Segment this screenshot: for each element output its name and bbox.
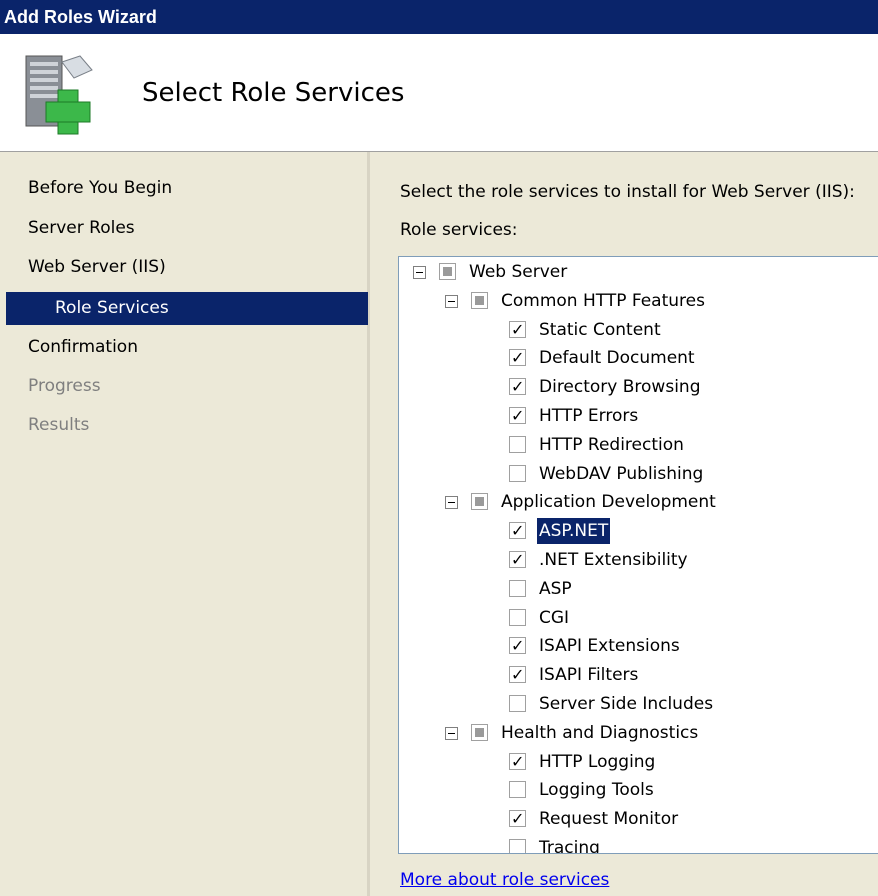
role-services-tree[interactable]: Web Server Common HTTP Features Static Con… [398,256,878,854]
tree-node-label: ASP [539,578,572,599]
tree-node-label: Static Content [539,319,661,340]
checkbox[interactable] [509,806,526,832]
tree-node-label: Directory Browsing [539,377,701,398]
tree-node[interactable]: Common HTTP Features [399,288,878,314]
tree-node-label: Logging Tools [539,780,654,801]
server-add-icon [25,55,93,135]
checkbox[interactable] [439,263,456,280]
collapse-icon[interactable] [445,294,458,308]
tree-node[interactable]: HTTP Redirection [399,432,878,458]
instruction-text: Select the role services to install for … [400,182,855,202]
tree-node-label: Server Side Includes [539,694,714,714]
tree-node-label: Default Document [539,348,695,369]
tree-node[interactable]: Web Server [399,259,878,285]
tree-node-label: ISAPI Filters [539,665,639,686]
nav-item-progress: Progress [28,376,101,396]
tree-node-label: CGI [539,607,570,628]
tree-node[interactable]: HTTP Logging [399,749,878,775]
tree-node[interactable]: Logging Tools [399,777,878,803]
checkbox[interactable] [509,403,526,429]
nav-item-role-services[interactable]: Role Services [55,294,169,322]
wizard-nav: Before You Begin Server Roles Web Server… [0,152,370,896]
tree-node-label: Tracing [539,838,600,854]
checkbox[interactable] [471,723,488,741]
tree-node[interactable]: Default Document [399,345,878,371]
tree-node[interactable]: Health and Diagnostics [399,720,878,746]
window-title: Add Roles Wizard [0,0,878,34]
checkbox[interactable] [509,374,526,400]
checkbox[interactable] [509,345,526,371]
tree-node[interactable]: Application Development [399,489,878,515]
tree-node-label: Web Server [469,262,568,282]
checkbox[interactable] [509,749,526,775]
tree-node[interactable]: HTTP Errors [399,403,878,429]
tree-node[interactable]: ISAPI Filters [399,662,878,688]
checkbox[interactable] [509,518,526,544]
checkbox[interactable] [509,317,526,343]
checkbox[interactable] [509,695,526,712]
collapse-icon[interactable] [413,266,426,279]
tree-node-label: ASP.NET [537,518,611,545]
tree-node[interactable]: ASP [399,576,878,602]
nav-item-web-server[interactable]: Web Server (IIS) [28,253,166,281]
tree-node[interactable]: Tracing [399,835,878,854]
tree-node[interactable]: Server Side Includes [399,691,878,717]
checkbox[interactable] [509,633,526,659]
wizard-header: Select Role Services [0,34,878,152]
checkbox[interactable] [509,839,526,853]
collapse-icon[interactable] [445,496,458,510]
tree-node-label: Health and Diagnostics [501,722,699,743]
tree-node[interactable]: .NET Extensibility [399,547,878,573]
tree-node[interactable]: CGI [399,605,878,631]
tree-node-label: HTTP Logging [539,751,656,772]
checkbox[interactable] [509,781,526,799]
checkbox[interactable] [509,435,526,453]
checkbox[interactable] [471,493,488,511]
page-title: Select Role Services [142,78,405,108]
content-pane: Select the role services to install for … [370,152,878,896]
tree-node[interactable]: ASP.NET [399,518,878,545]
more-about-role-services-link[interactable]: More about role services [400,870,609,890]
checkbox[interactable] [509,464,526,482]
checkbox[interactable] [471,291,488,309]
checkbox[interactable] [509,662,526,688]
tree-node[interactable]: WebDAV Publishing [399,461,878,487]
tree-node-label: Application Development [501,492,716,513]
tree-node[interactable]: ISAPI Extensions [399,633,878,659]
nav-item-before-you-begin[interactable]: Before You Begin [28,174,172,202]
tree-node[interactable]: Static Content [399,317,878,343]
tree-node[interactable]: Directory Browsing [399,374,878,400]
tree-node-label: HTTP Errors [539,406,639,426]
checkbox[interactable] [509,608,526,626]
nav-item-results: Results [28,415,90,435]
tree-node-label: ISAPI Extensions [539,636,680,657]
checkbox[interactable] [509,547,526,573]
tree-node[interactable]: Request Monitor [399,806,878,832]
tree-node-label: WebDAV Publishing [539,463,704,484]
collapse-icon[interactable] [445,726,458,740]
tree-node-label: Request Monitor [539,809,679,830]
tree-node-label: .NET Extensibility [539,550,688,570]
nav-item-server-roles[interactable]: Server Roles [28,214,135,242]
checkbox[interactable] [509,579,526,597]
nav-item-confirmation[interactable]: Confirmation [28,333,138,361]
tree-node-label: Common HTTP Features [501,290,705,311]
tree-node-label: HTTP Redirection [539,434,684,455]
role-services-label: Role services: [400,220,518,240]
